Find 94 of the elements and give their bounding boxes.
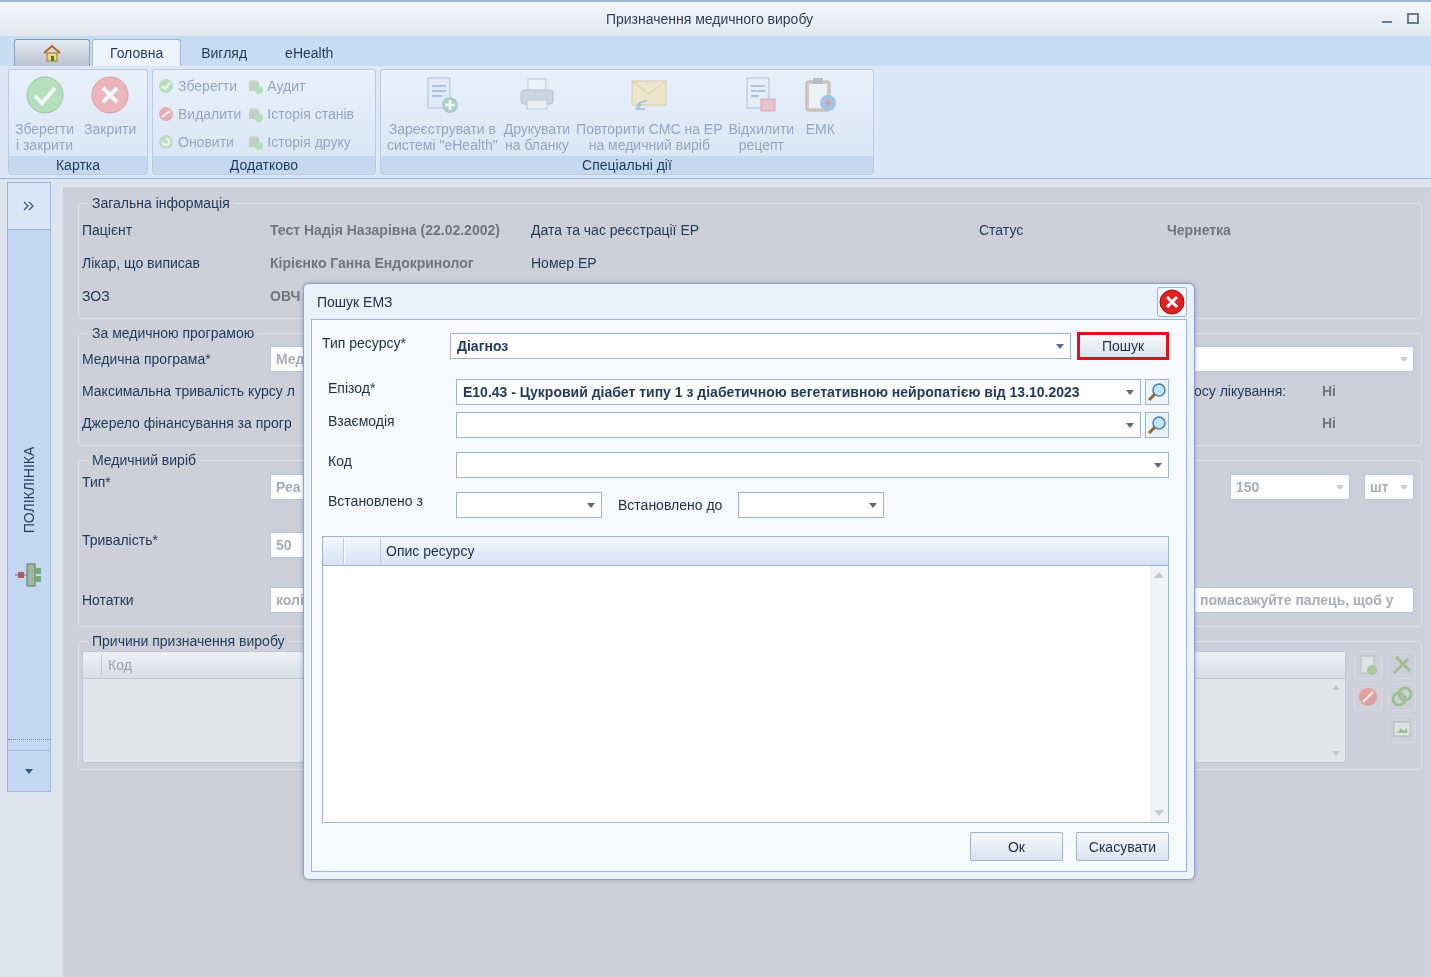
caret-icon	[869, 502, 878, 508]
search-button[interactable]	[1145, 412, 1169, 438]
database-icon	[247, 78, 264, 94]
toolbar-button[interactable]	[1354, 651, 1382, 679]
home-icon	[42, 44, 62, 62]
field-label: Епізод*	[327, 379, 377, 396]
column-header: Код	[108, 657, 132, 673]
field-label: Тип ресурсу*	[322, 334, 407, 351]
dialog-button[interactable]: Ок	[970, 832, 1063, 861]
column-header: Опис ресурсу	[380, 538, 475, 564]
ribbon-tab[interactable]: Головна	[92, 39, 182, 66]
caret-icon	[1126, 389, 1134, 395]
caret-icon	[1400, 356, 1408, 362]
caret-icon	[1400, 484, 1408, 490]
delete-icon	[158, 106, 174, 122]
toolbar-button[interactable]	[1354, 683, 1382, 711]
field-label: Тип*	[82, 474, 111, 490]
expand-button[interactable]	[8, 183, 50, 230]
close-icon	[1159, 288, 1185, 315]
field-value: ОВЧ	[270, 287, 301, 304]
network-icon[interactable]	[15, 561, 43, 588]
dialog-title: Пошук ЕМЗ	[317, 293, 393, 310]
group-title: Додатково	[153, 156, 375, 174]
dropdown-field[interactable]: 150	[1230, 474, 1350, 500]
scroll-up-icon	[1332, 685, 1340, 690]
field-label: Код	[327, 452, 353, 469]
field-label: Тривалість*	[82, 532, 158, 548]
field-value: Кірієнко Ганна Ендокринолог	[270, 254, 474, 271]
search-icon	[1147, 415, 1167, 435]
date-field[interactable]	[456, 492, 602, 518]
database-icon	[247, 106, 264, 122]
scroll-down-icon	[1154, 810, 1164, 816]
field-label: Лікар, що виписав	[82, 254, 200, 271]
caret-icon	[1336, 484, 1344, 490]
field-label: Максимальна тривалість курсу л	[82, 383, 295, 399]
input-field[interactable]: помасажуйте палець, щоб у	[1194, 587, 1414, 613]
field-value: Чернетка	[1167, 221, 1231, 238]
section-title: Медичний виріб	[91, 452, 197, 468]
scroll-down-icon	[1332, 751, 1340, 756]
field-label: осу лікування:	[1194, 383, 1288, 399]
field-label: Встановлено до	[617, 497, 724, 513]
ribbon-tab[interactable]: Вигляд	[183, 39, 266, 66]
dropdown-field[interactable]	[1194, 346, 1414, 372]
dropdown-field[interactable]	[456, 412, 1141, 438]
search-button[interactable]: Пошук	[1077, 332, 1169, 360]
side-panel-title[interactable]: ПОЛІКЛІНІКА	[21, 446, 37, 533]
caret-icon	[1126, 422, 1134, 428]
scroll-up-icon	[1154, 572, 1164, 578]
section-title: Причини призначення виробу	[91, 633, 286, 649]
check-icon	[158, 78, 174, 94]
ribbon-tab[interactable]: eHealth	[267, 39, 352, 66]
caret-icon	[1154, 462, 1162, 468]
refresh-icon	[158, 134, 174, 150]
scrollbar[interactable]	[1150, 566, 1168, 822]
field-label: Дата та час реєстрації ЕР	[531, 221, 700, 238]
maximize-icon[interactable]	[1407, 13, 1419, 25]
field-label: Джерело фінансування за прогр	[82, 415, 292, 431]
field-value: Ні	[1322, 383, 1336, 399]
caret-icon	[587, 502, 595, 508]
field-label: Встановлено з	[327, 492, 424, 509]
section-title: За медичною програмою	[91, 325, 256, 341]
dropdown-field[interactable]	[456, 452, 1169, 478]
double-chevron-icon	[22, 200, 36, 212]
search-icon	[1147, 382, 1167, 402]
cancel-icon	[1356, 685, 1380, 709]
toolbar-button[interactable]	[1388, 715, 1416, 743]
window-title: Призначення медичного виробу	[604, 11, 815, 27]
caret-icon	[1056, 343, 1064, 349]
field-label: Номер ЕР	[531, 254, 597, 271]
field-label: Статус	[979, 221, 1024, 238]
date-field[interactable]	[738, 492, 885, 518]
field-value: Ні	[1322, 415, 1336, 431]
caret-icon	[25, 768, 33, 774]
field-label: Медична програма*	[82, 351, 211, 367]
dropdown-field[interactable]: E10.43 - Цукровий діабет типу 1 з діабетичною вегетативною нейропатією від 13.10.2023	[456, 379, 1141, 405]
field-label: Пацієнт	[82, 221, 133, 238]
group-title: Спеціальні дії	[381, 156, 873, 174]
dropdown-field[interactable]: шт	[1364, 474, 1414, 500]
dialog-button[interactable]: Скасувати	[1076, 832, 1169, 861]
database-icon	[247, 134, 264, 150]
field-label: ЗОЗ	[82, 287, 110, 304]
toolbar-button[interactable]	[1388, 683, 1416, 711]
field-value: Тест Надія Назарівна (22.02.2002)	[270, 221, 500, 238]
section-title: Загальна інформація	[91, 195, 231, 211]
close-icon	[90, 75, 131, 115]
home-tab[interactable]	[14, 39, 90, 66]
check-icon	[24, 75, 65, 115]
link-icon	[1390, 685, 1414, 709]
dropdown-field[interactable]: Діагноз	[450, 333, 1071, 359]
group-title: Картка	[9, 156, 147, 174]
close-button[interactable]	[1157, 286, 1187, 317]
search-button[interactable]	[1145, 379, 1169, 405]
field-label: Нотатки	[82, 592, 134, 608]
field-label: Взаємодія	[327, 412, 396, 429]
